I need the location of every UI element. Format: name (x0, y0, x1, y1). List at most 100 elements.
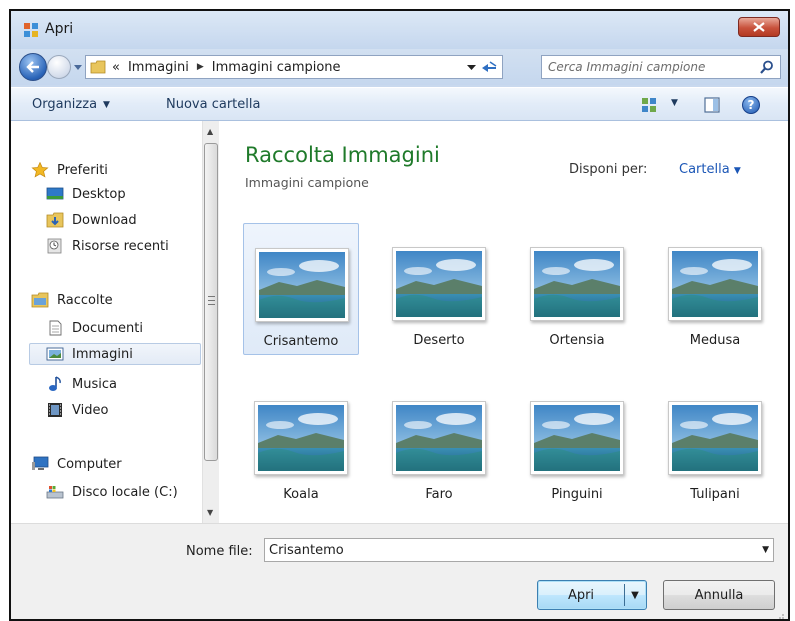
file-tile[interactable]: Medusa (657, 223, 773, 355)
pictures-icon (46, 347, 64, 361)
filename-combobox[interactable]: ▼ (264, 538, 774, 562)
landscape-image-icon (534, 251, 620, 317)
folder-icon (90, 60, 106, 74)
address-dropdown-icon[interactable] (467, 63, 476, 72)
preview-pane-icon[interactable] (704, 97, 720, 113)
breadcrumb-separator-icon[interactable]: ▶ (197, 62, 204, 72)
navigation-scrollbar[interactable]: ▲ ▼ (202, 121, 219, 523)
nav-libraries[interactable]: Raccolte (31, 289, 113, 311)
file-tile[interactable]: Deserto (381, 223, 497, 355)
file-name: Medusa (689, 333, 741, 348)
help-icon: ? (747, 98, 755, 112)
new-folder-button[interactable]: Nuova cartella (166, 97, 260, 112)
nav-item-label: Download (72, 212, 137, 228)
cancel-button-label: Annulla (694, 588, 744, 603)
scroll-down-icon[interactable]: ▼ (207, 508, 213, 517)
recent-places-icon (47, 238, 62, 254)
nav-item-label: Disco locale (C:) (72, 484, 178, 500)
file-name: Pinguini (551, 487, 603, 502)
content-area: Preferiti Desktop Download Risorse recen… (11, 121, 788, 523)
nav-item-label: Documenti (72, 320, 143, 336)
address-bar[interactable]: « Immagini ▶ Immagini campione (85, 55, 503, 79)
file-tile[interactable]: Pinguini (519, 377, 635, 509)
search-input[interactable] (548, 59, 748, 75)
open-options-dropdown-icon[interactable]: ▼ (627, 583, 643, 607)
search-icon[interactable] (760, 60, 774, 74)
file-name: Faro (425, 487, 453, 502)
file-name: Tulipani (690, 487, 740, 502)
file-tile[interactable]: Crisantemo (243, 223, 359, 355)
history-dropdown-icon[interactable] (73, 62, 83, 72)
title-bar[interactable]: Apri (11, 11, 788, 49)
image-thumbnail (668, 247, 762, 321)
cancel-button[interactable]: Annulla (663, 580, 775, 610)
breadcrumb-overflow[interactable]: « (112, 60, 120, 75)
back-button[interactable] (19, 53, 47, 81)
navigation-pane[interactable]: Preferiti Desktop Download Risorse recen… (11, 121, 221, 523)
arrange-by-dropdown[interactable]: Cartella ▼ (679, 162, 741, 177)
nav-computer-label: Computer (57, 456, 122, 472)
organize-button[interactable]: Organizza ▼ (32, 97, 110, 112)
filename-dropdown-icon[interactable]: ▼ (762, 545, 769, 555)
help-button[interactable]: ? (742, 96, 760, 114)
split-divider (624, 584, 625, 606)
library-title: Raccolta Immagini (245, 143, 440, 167)
forward-button[interactable] (47, 55, 71, 79)
breadcrumb-item-immagini[interactable]: Immagini (128, 60, 189, 75)
nav-libraries-label: Raccolte (57, 292, 113, 308)
file-tile[interactable]: Tulipani (657, 377, 773, 509)
nav-item-recent-places[interactable]: Risorse recenti (46, 235, 169, 257)
app-window-icon (24, 23, 38, 37)
file-name: Crisantemo (263, 334, 339, 349)
video-icon (48, 403, 62, 417)
nav-item-label: Immagini (72, 346, 133, 362)
nav-item-desktop[interactable]: Desktop (46, 183, 126, 205)
nav-item-local-disk[interactable]: Disco locale (C:) (46, 481, 178, 503)
open-button[interactable]: Apri ▼ (537, 580, 647, 610)
nav-item-label: Desktop (72, 186, 126, 202)
landscape-image-icon (259, 252, 345, 318)
nav-computer[interactable]: Computer (31, 453, 122, 475)
library-subtitle: Immagini campione (245, 175, 369, 190)
image-thumbnail (255, 248, 349, 322)
command-bar: Organizza ▼ Nuova cartella ▼ ? (11, 87, 788, 121)
nav-item-label: Musica (72, 376, 117, 392)
nav-item-musica[interactable]: Musica (46, 373, 117, 395)
filename-input[interactable] (269, 542, 739, 558)
breadcrumb: « Immagini ▶ Immagini campione (112, 60, 341, 75)
star-icon (31, 162, 49, 178)
local-disk-icon (46, 486, 64, 499)
navigation-bar: « Immagini ▶ Immagini campione (11, 49, 788, 85)
scrollbar-thumb[interactable] (204, 143, 218, 461)
scroll-up-icon[interactable]: ▲ (207, 127, 213, 136)
search-box[interactable] (541, 55, 781, 79)
nav-item-immagini[interactable]: Immagini (29, 343, 201, 365)
file-name: Deserto (413, 333, 465, 348)
nav-favorites[interactable]: Preferiti (31, 159, 108, 181)
view-options-dropdown-icon[interactable]: ▼ (671, 98, 678, 108)
image-thumbnail (530, 401, 624, 475)
file-tile[interactable]: Faro (381, 377, 497, 509)
nav-item-label: Risorse recenti (72, 238, 169, 254)
file-tile[interactable]: Ortensia (519, 223, 635, 355)
file-name: Koala (283, 487, 319, 502)
nav-favorites-label: Preferiti (57, 162, 108, 178)
image-thumbnail (530, 247, 624, 321)
nav-item-documenti[interactable]: Documenti (46, 317, 143, 339)
change-view-icon[interactable] (641, 97, 657, 113)
dialog-footer: Nome file: ▼ Apri ▼ Annulla (11, 523, 788, 620)
back-arrow-icon (26, 61, 39, 73)
file-tile[interactable]: Koala (243, 377, 359, 509)
grip-icon (208, 296, 215, 305)
close-button[interactable] (738, 17, 780, 37)
refresh-icon[interactable] (480, 59, 498, 75)
libraries-icon (31, 292, 49, 308)
image-thumbnail (392, 247, 486, 321)
breadcrumb-item-immagini-campione[interactable]: Immagini campione (212, 60, 341, 75)
nav-item-video[interactable]: Video (46, 399, 108, 421)
chevron-down-icon: ▼ (733, 166, 741, 176)
image-thumbnail (668, 401, 762, 475)
open-file-dialog: Apri « Immagini ▶ Immagini campione Cerc… (9, 9, 790, 621)
resize-grip-icon[interactable] (775, 610, 785, 620)
nav-item-download[interactable]: Download (46, 209, 137, 231)
